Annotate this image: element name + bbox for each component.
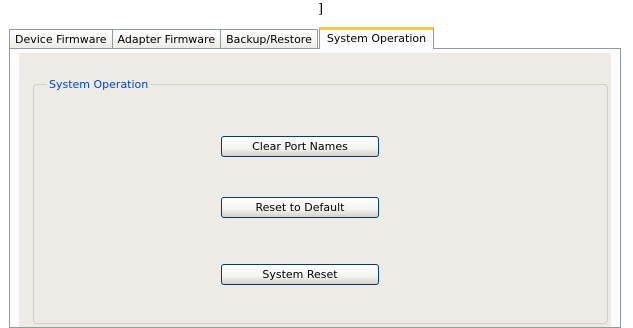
- tab-system-operation[interactable]: System Operation: [318, 27, 435, 49]
- tab-adapter-firmware[interactable]: Adapter Firmware: [111, 29, 222, 49]
- reset-to-default-button[interactable]: Reset to Default: [221, 197, 379, 218]
- stray-bracket-text: ]: [318, 2, 324, 17]
- tab-backup-restore[interactable]: Backup/Restore: [220, 29, 318, 49]
- clear-port-names-button[interactable]: Clear Port Names: [221, 136, 379, 157]
- system-reset-button[interactable]: System Reset: [221, 264, 379, 285]
- groupbox-legend: System Operation: [47, 78, 151, 91]
- tab-device-firmware[interactable]: Device Firmware: [9, 29, 113, 49]
- tab-strip: Device Firmware Adapter Firmware Backup/…: [9, 27, 435, 49]
